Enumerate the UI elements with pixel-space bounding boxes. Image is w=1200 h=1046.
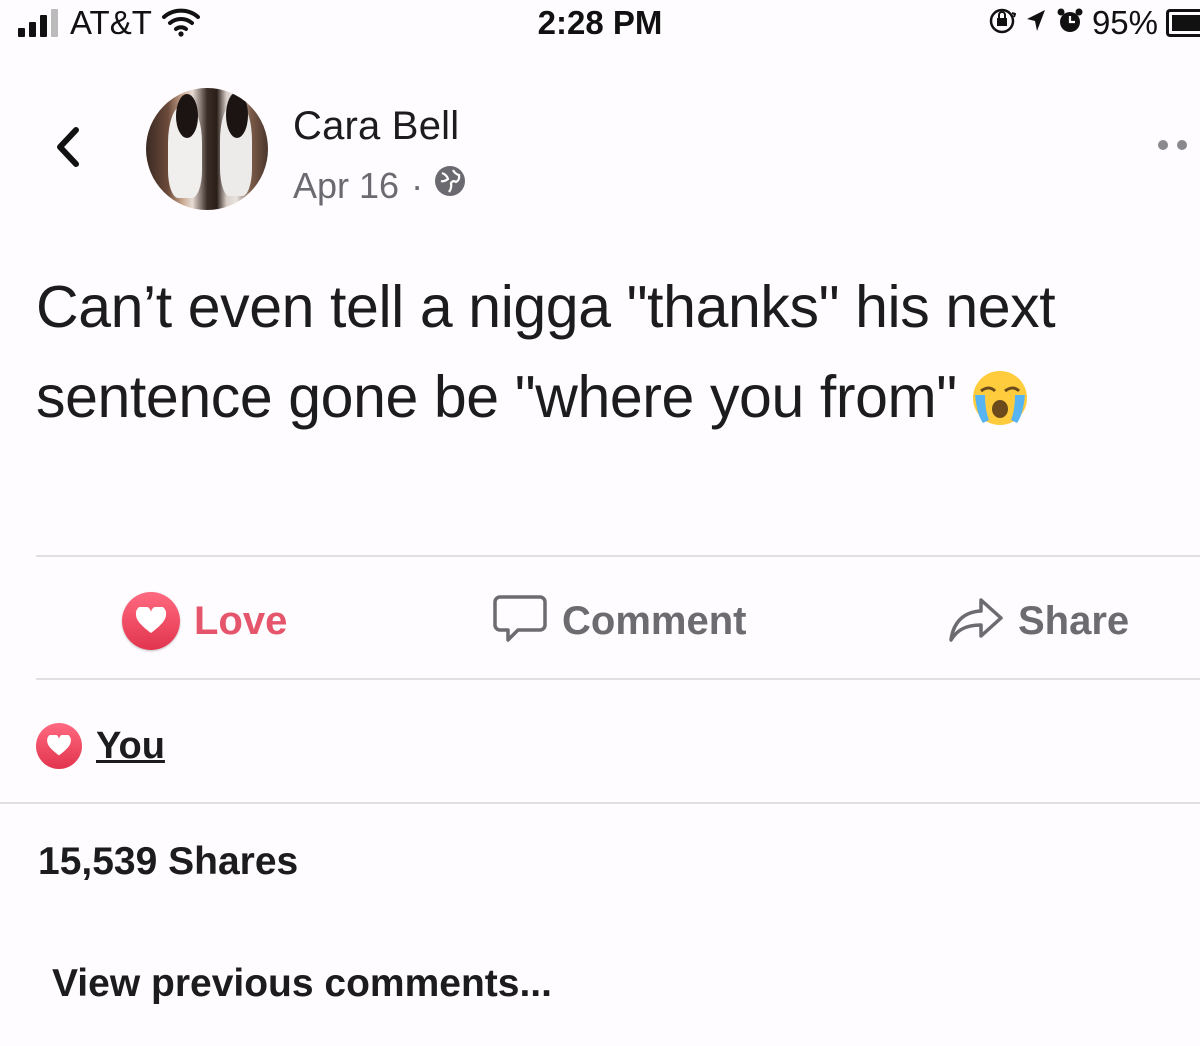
status-bar: AT&T 2:28 PM 95% [0, 0, 1200, 48]
reactions-row[interactable]: You [36, 718, 165, 774]
love-button[interactable]: Love [122, 585, 287, 657]
divider-reactions [0, 802, 1200, 804]
love-label: Love [194, 598, 288, 643]
shares-count[interactable]: 15,539 Shares [38, 840, 298, 884]
status-right: 95% [988, 4, 1200, 42]
back-button[interactable] [46, 118, 90, 178]
post-text: Can’t even tell a nigga "thanks" his nex… [36, 262, 1166, 442]
comment-icon [492, 591, 548, 652]
love-reaction-icon [36, 723, 82, 769]
avatar[interactable] [146, 88, 268, 210]
post-screen: AT&T 2:28 PM 95% Cara Bell Apr 16 · Can’… [0, 0, 1200, 1046]
post-body: Can’t even tell a nigga "thanks" his nex… [36, 274, 1056, 430]
view-previous-comments-link[interactable]: View previous comments... [52, 962, 552, 1006]
reactor-name[interactable]: You [96, 725, 165, 768]
share-label: Share [1018, 598, 1130, 643]
author-name[interactable]: Cara Bell [293, 104, 459, 149]
battery-percent: 95% [1091, 4, 1158, 41]
chevron-left-icon [57, 127, 79, 167]
comment-button[interactable]: Comment [492, 585, 746, 657]
location-icon [1024, 7, 1048, 40]
share-arrow-icon [948, 594, 1004, 649]
globe-icon [433, 164, 467, 207]
post-date[interactable]: Apr 16 [293, 165, 399, 207]
love-reaction-icon [122, 592, 180, 650]
post-meta: Apr 16 · [293, 164, 467, 207]
orientation-lock-icon [988, 7, 1017, 40]
meta-separator: · [411, 164, 424, 206]
battery-icon [1166, 9, 1200, 37]
share-button[interactable]: Share [948, 585, 1129, 657]
comment-label: Comment [562, 598, 747, 643]
crying-face-emoji [971, 362, 1029, 425]
alarm-icon [1056, 7, 1084, 40]
more-options-button[interactable] [1158, 130, 1200, 160]
divider-actions [36, 678, 1200, 680]
divider-top [36, 555, 1200, 557]
